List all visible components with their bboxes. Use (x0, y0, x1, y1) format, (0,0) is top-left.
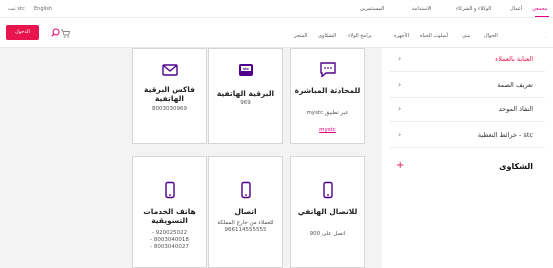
sidebar-item-unified-access[interactable]: النفاذ الموحد ‹ (390, 98, 545, 122)
card-detail: عبر تطبيق mystc (306, 110, 349, 116)
card-international-call[interactable]: اتصال للعملاء من خارج المملكة 9661145555… (208, 156, 283, 268)
sidebar-item-identification[interactable]: تعريف الصمة ‹ (390, 74, 545, 98)
login-button[interactable]: الدخول (6, 25, 39, 40)
chat-icon (320, 62, 336, 78)
nav-complaints[interactable]: الشكاوى (318, 32, 336, 40)
card-phone-call[interactable]: للاتصال الهاتفي اتصل على 900 (290, 156, 365, 268)
sidebar-item-label: النفاذ الموحد (498, 105, 533, 113)
nav-loyalty[interactable]: برامج الولاء (348, 32, 372, 40)
segment-sustainability[interactable]: الاستدامة (412, 5, 431, 13)
nav-lifestyle[interactable]: أسلوب الحياة (420, 32, 448, 40)
sidebar-complaints[interactable]: الشكاوى + (390, 156, 545, 180)
sidebar-item-coverage-maps[interactable]: stc - خرائط التغطية ‹ (390, 124, 545, 148)
segment-partners[interactable]: الوكلاء و الشركاء (456, 5, 491, 13)
phone-icon (165, 181, 175, 199)
page: مجمعي أعمال الوكلاء و الشركاء الاستدامة … (0, 0, 553, 268)
active-segment-underline (535, 16, 549, 17)
mystc-link[interactable]: mystc (294, 127, 361, 134)
card-title: فاكس البرقية الهاتفية (144, 85, 195, 103)
nav-mobile[interactable]: الجوال (484, 32, 498, 40)
envelope-icon (162, 64, 178, 76)
card-detail: 969 (240, 100, 251, 106)
card-detail: 8003030969 (152, 106, 187, 112)
chevron-left-icon: ‹ (398, 80, 402, 89)
phone-icon (323, 181, 333, 199)
language-switch[interactable]: English (34, 5, 52, 13)
segment-business[interactable]: أعمال (510, 5, 522, 13)
card-marketing-services[interactable]: هاتف الخدمات التسويقية 920025022 - 80030… (132, 156, 207, 268)
cart-icon[interactable] (60, 29, 70, 38)
logo-text: stc (545, 24, 546, 42)
nav-store[interactable]: المتجر (294, 32, 307, 40)
sidebar-item-label: stc - خرائط التغطية (477, 131, 533, 139)
card-title: للاتصال الهاتفي (297, 207, 358, 216)
nav-devices[interactable]: الأجهزة (394, 32, 409, 40)
card-detail: اتصل على 900 (309, 231, 346, 237)
card-telegram[interactable]: stc البرقية الهاتفية 969 (208, 48, 283, 144)
card-title: البرقية الهاتفية (216, 89, 275, 98)
sidebar-item-customer-care[interactable]: العناية بالعملاء ‹ (390, 48, 545, 72)
card-title: للمحادثة المباشرة (294, 86, 361, 95)
card-detail: للعملاء من خارج المملكة 966114555555 (217, 220, 274, 233)
nav-home[interactable]: بيتي (462, 32, 471, 40)
sidebar: العناية بالعملاء ‹ تعريف الصمة ‹ النفاذ … (382, 48, 553, 268)
card-telegram-fax[interactable]: فاكس البرقية الهاتفية 8003030969 (132, 48, 207, 144)
svg-text:stc: stc (243, 67, 249, 71)
chevron-left-icon: ‹ (398, 130, 402, 139)
card-title: هاتف الخدمات التسويقية (143, 207, 196, 225)
phone-icon (241, 181, 251, 199)
chevron-left-icon: ‹ (398, 54, 402, 63)
stc-logo[interactable]: stc (510, 24, 546, 42)
main-header: stc الجوال بيتي أسلوب الحياة الأجهزة برا… (0, 18, 553, 48)
complaints-label: الشكاوى (499, 162, 533, 171)
card-title: اتصال (234, 207, 257, 216)
chevron-left-icon: ‹ (398, 104, 402, 113)
plus-icon[interactable]: + (396, 159, 404, 173)
stc-link[interactable]: stc تيت (8, 5, 25, 13)
search-icon[interactable] (51, 28, 60, 37)
utility-bar: مجمعي أعمال الوكلاء و الشركاء الاستدامة … (0, 0, 553, 18)
sidebar-item-label: تعريف الصمة (497, 81, 533, 89)
telegram-icon: stc (239, 64, 253, 76)
card-detail: 920025022 - 8003040018 - 8003040027 - (150, 230, 189, 250)
card-live-chat[interactable]: للمحادثة المباشرة عبر تطبيق mystc mystc (290, 48, 365, 144)
segment-investors[interactable]: المستثمرين (360, 5, 384, 13)
segment-personal[interactable]: مجمعي (532, 5, 547, 13)
sidebar-item-label: العناية بالعملاء (495, 55, 533, 63)
